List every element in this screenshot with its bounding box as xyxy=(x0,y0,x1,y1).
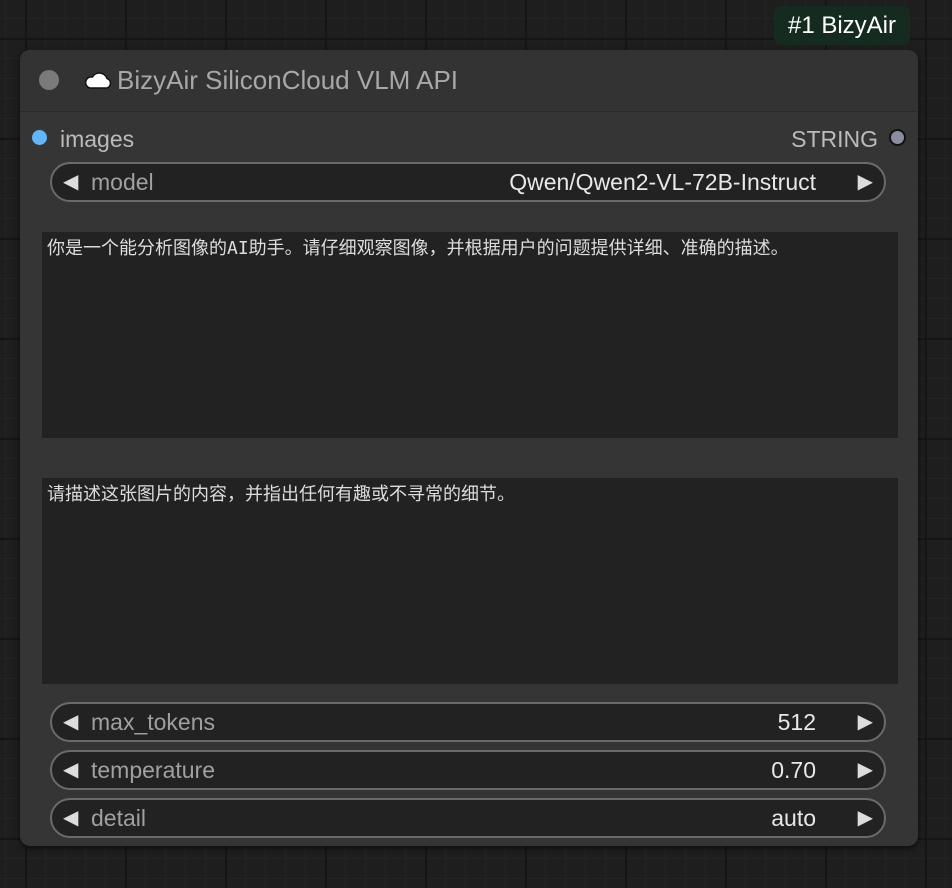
model-prev-arrow-icon[interactable]: ◀ xyxy=(63,164,78,200)
node-title: BizyAir SiliconCloud VLM API xyxy=(117,65,459,95)
model-value: Qwen/Qwen2-VL-72B-Instruct xyxy=(509,169,816,195)
max-tokens-label: max_tokens xyxy=(91,709,216,735)
temperature-label: temperature xyxy=(91,757,216,783)
string-output-slot[interactable] xyxy=(889,129,906,146)
model-next-arrow-icon[interactable]: ▶ xyxy=(858,164,873,200)
temperature-value: 0.70 xyxy=(771,757,816,783)
node-header[interactable]: BizyAir SiliconCloud VLM API xyxy=(20,50,918,112)
system-prompt-textarea[interactable]: 你是一个能分析图像的AI助手。请仔细观察图像，并根据用户的问题提供详细、准确的描… xyxy=(42,232,898,438)
max-tokens-decrement-icon[interactable]: ◀ xyxy=(63,704,78,740)
detail-combo[interactable]: ◀ detail auto ▶ xyxy=(50,798,886,838)
model-label: model xyxy=(91,169,154,195)
model-combo[interactable]: ◀ model Qwen/Qwen2-VL-72B-Instruct ▶ xyxy=(50,162,886,202)
temperature-decrement-icon[interactable]: ◀ xyxy=(63,752,78,788)
string-output-label: STRING xyxy=(791,126,878,152)
max-tokens-increment-icon[interactable]: ▶ xyxy=(858,704,873,740)
temperature-increment-icon[interactable]: ▶ xyxy=(858,752,873,788)
collapse-toggle-icon[interactable] xyxy=(39,70,59,90)
images-input-slot[interactable] xyxy=(32,130,47,145)
user-prompt-textarea[interactable]: 请描述这张图片的内容，并指出任何有趣或不寻常的细节。 xyxy=(42,478,898,684)
images-input-label: images xyxy=(60,126,135,152)
detail-label: detail xyxy=(91,805,146,831)
detail-prev-arrow-icon[interactable]: ◀ xyxy=(63,800,78,836)
max-tokens-number[interactable]: ◀ max_tokens 512 ▶ xyxy=(50,702,886,742)
vlm-api-node[interactable]: BizyAir SiliconCloud VLM API images STRI… xyxy=(20,50,918,846)
detail-value: auto xyxy=(771,805,816,831)
detail-next-arrow-icon[interactable]: ▶ xyxy=(858,800,873,836)
max-tokens-value: 512 xyxy=(777,709,816,735)
temperature-number[interactable]: ◀ temperature 0.70 ▶ xyxy=(50,750,886,790)
node-id-badge: #1 BizyAir xyxy=(774,6,910,45)
cloud-icon xyxy=(84,72,112,89)
